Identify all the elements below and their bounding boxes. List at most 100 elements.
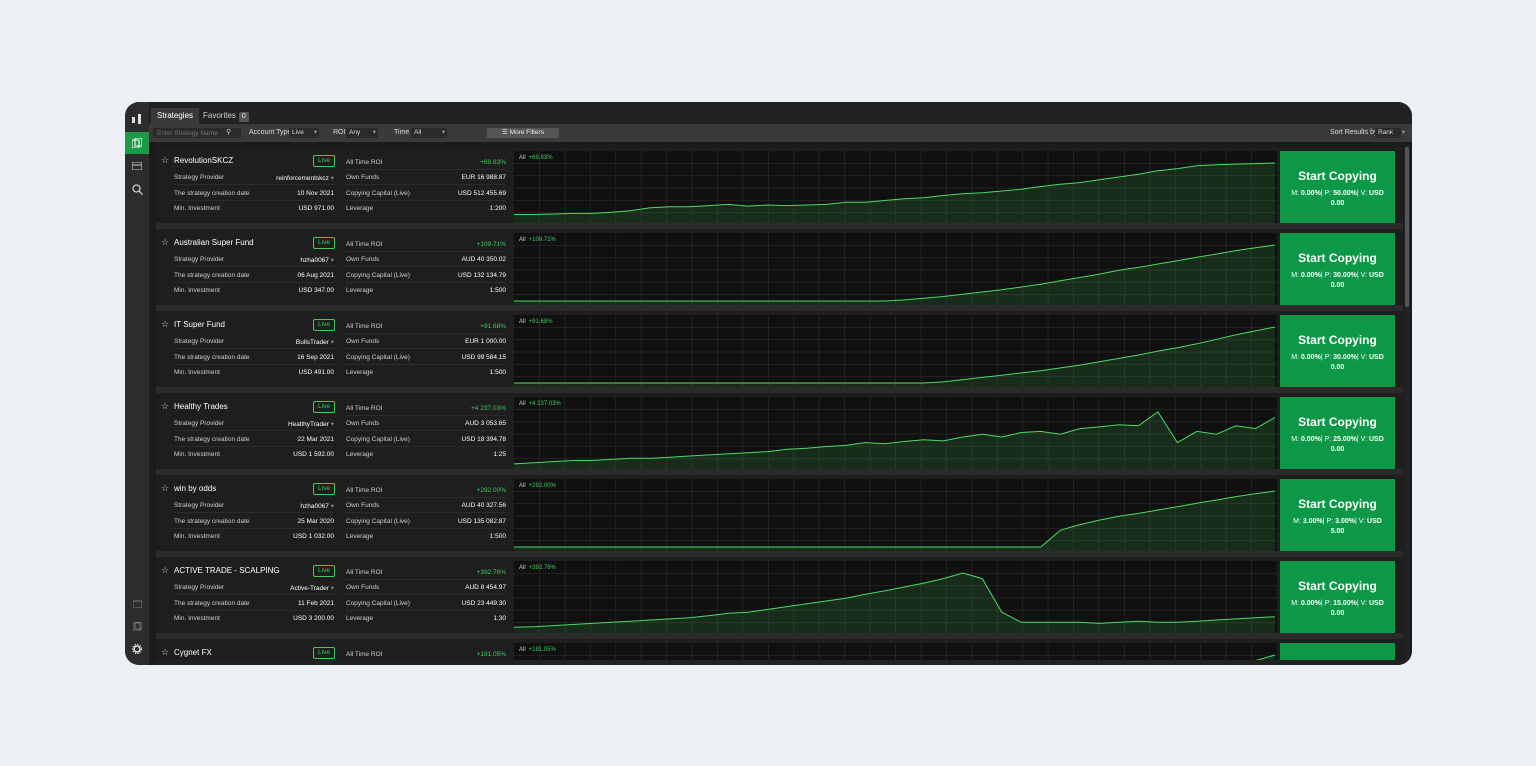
logo-icon[interactable] bbox=[125, 108, 149, 130]
provider-name: Active-Trader bbox=[290, 585, 329, 592]
strategy-row[interactable]: ☆ Healthy Trades Live Strategy Provider … bbox=[156, 393, 1403, 475]
provider-label: Strategy Provider bbox=[174, 174, 225, 181]
divider bbox=[174, 594, 334, 595]
desktop-background: Strategies Favorites0 ⚲ Account Type Liv… bbox=[0, 0, 1536, 766]
favorite-star-icon[interactable]: ☆ bbox=[161, 565, 169, 576]
strategy-row[interactable]: ☆ IT Super Fund Live Strategy Provider B… bbox=[156, 311, 1403, 393]
favorite-star-icon[interactable]: ☆ bbox=[161, 483, 169, 494]
performance-chart[interactable]: All +292.00% bbox=[514, 479, 1277, 553]
account-type-label: Account Type bbox=[249, 129, 292, 136]
account-type-select[interactable]: Live ▾ bbox=[289, 128, 319, 138]
start-copying-button[interactable]: Start Copying M: 0.00%| P: 30.00%| V: US… bbox=[1280, 315, 1395, 389]
performance-chart[interactable]: All +4 237.03% bbox=[514, 397, 1277, 471]
start-copying-button[interactable]: Start Copying M: 0.00%| P: 25.00%| V: US… bbox=[1280, 397, 1395, 471]
fee-p-label: P: bbox=[1324, 600, 1332, 607]
horizontal-scrollbar[interactable] bbox=[156, 660, 1406, 665]
divider bbox=[174, 446, 334, 447]
roi-select[interactable]: Any ▾ bbox=[346, 128, 378, 138]
fee-p-label: P: bbox=[1324, 436, 1332, 443]
strategy-name[interactable]: Healthy Trades bbox=[174, 402, 228, 411]
start-copying-label: Start Copying bbox=[1298, 415, 1377, 429]
divider bbox=[174, 200, 334, 201]
wallet-icon[interactable] bbox=[125, 155, 149, 177]
strategy-name[interactable]: win by odds bbox=[174, 484, 216, 493]
chevron-down-icon: ▾ bbox=[330, 257, 334, 264]
provider-value[interactable]: BullsTrader ▾ bbox=[296, 338, 334, 346]
start-copying-label: Start Copying bbox=[1298, 251, 1377, 265]
performance-chart[interactable]: All +392.76% bbox=[514, 561, 1277, 635]
start-copying-button[interactable]: Start Copying M: 0.00%| P: 30.00%| V: US… bbox=[1280, 233, 1395, 307]
strategy-name[interactable]: Cygnet FX bbox=[174, 648, 212, 657]
tab-strategies[interactable]: Strategies bbox=[151, 108, 200, 124]
chart-roi: +69.83% bbox=[528, 155, 553, 161]
created-label: The strategy creation date bbox=[174, 190, 250, 197]
chart-label: All +4 237.03% bbox=[519, 401, 561, 407]
strategy-row[interactable]: ☆ Australian Super Fund Live Strategy Pr… bbox=[156, 229, 1403, 311]
time-select[interactable]: All ▾ bbox=[411, 128, 447, 138]
strategy-name[interactable]: ACTIVE TRADE - SCALPING bbox=[174, 566, 280, 575]
min-investment-label: Min. Investment bbox=[174, 533, 220, 540]
roi-value: +69.83% bbox=[480, 159, 506, 166]
tab-favorites[interactable]: Favorites 0 bbox=[197, 108, 255, 124]
provider-value[interactable]: reinforcementskcz ▾ bbox=[276, 174, 334, 182]
provider-value[interactable]: HealthyTrader ▾ bbox=[288, 420, 334, 428]
performance-chart-svg bbox=[514, 151, 1277, 225]
leverage-value: 1:500 bbox=[489, 287, 506, 294]
search-zoom-icon[interactable] bbox=[125, 178, 149, 200]
strategy-name[interactable]: Australian Super Fund bbox=[174, 238, 254, 247]
chart-label: All +109.71% bbox=[519, 237, 556, 243]
provider-value[interactable]: hzha0067 ▾ bbox=[300, 502, 334, 510]
copying-capital-label: Copying Capital (Live) bbox=[346, 436, 410, 443]
fee-v-label: V: bbox=[1360, 436, 1368, 443]
more-filters-label: More Filters bbox=[509, 129, 544, 136]
gear-icon[interactable] bbox=[125, 638, 149, 660]
chart-label: All +69.83% bbox=[519, 155, 553, 161]
strategy-row[interactable]: ☆ ACTIVE TRADE - SCALPING Live Strategy … bbox=[156, 557, 1403, 639]
provider-label: Strategy Provider bbox=[174, 338, 225, 345]
start-copying-button[interactable]: Start Copying M: 3.00%| P: 3.00%| V: USD… bbox=[1280, 479, 1395, 553]
divider bbox=[346, 333, 506, 334]
chevron-down-icon: ▾ bbox=[330, 339, 334, 346]
min-investment-value: USD 1 032.00 bbox=[293, 533, 334, 540]
provider-label: Strategy Provider bbox=[174, 502, 225, 509]
divider bbox=[174, 528, 334, 529]
chart-period: All bbox=[519, 237, 526, 243]
divider bbox=[174, 184, 334, 185]
favorite-star-icon[interactable]: ☆ bbox=[161, 319, 169, 330]
favorite-star-icon[interactable]: ☆ bbox=[161, 237, 169, 248]
favorite-star-icon[interactable]: ☆ bbox=[161, 647, 169, 658]
fee-m-value: 0.00% bbox=[1300, 272, 1321, 279]
min-investment-value: USD 3 200.00 bbox=[293, 615, 334, 622]
live-badge: Live bbox=[313, 155, 335, 167]
fee-m-label: M: bbox=[1291, 600, 1299, 607]
fee-summary: M: 0.00%| P: 25.00%| V: USD 0.00 bbox=[1291, 436, 1384, 453]
scrollbar-thumb[interactable] bbox=[1405, 147, 1409, 307]
leverage-label: Leverage bbox=[346, 287, 374, 294]
live-badge: Live bbox=[313, 647, 335, 659]
divider bbox=[346, 348, 506, 349]
favorite-star-icon[interactable]: ☆ bbox=[161, 155, 169, 166]
provider-value[interactable]: hzha0067 ▾ bbox=[300, 256, 334, 264]
start-copying-button[interactable]: Start Copying M: 0.00%| P: 15.00%| V: US… bbox=[1280, 561, 1395, 635]
favorite-star-icon[interactable]: ☆ bbox=[161, 401, 169, 412]
performance-chart[interactable]: All +109.71% bbox=[514, 233, 1277, 307]
provider-value[interactable]: Active-Trader ▾ bbox=[290, 584, 334, 592]
copying-capital-value: USD 99 584.15 bbox=[461, 354, 506, 361]
performance-chart[interactable]: All +69.83% bbox=[514, 151, 1277, 225]
strategy-row[interactable]: ☆ RevolutionSKCZ Live Strategy Provider … bbox=[156, 147, 1403, 229]
search-icon[interactable]: ⚲ bbox=[226, 128, 231, 138]
chart-roi: +292.00% bbox=[528, 483, 556, 489]
strategy-list[interactable]: ☆ RevolutionSKCZ Live Strategy Provider … bbox=[156, 145, 1403, 665]
start-copying-button[interactable]: Start Copying M: 0.00%| P: 50.00%| V: US… bbox=[1280, 151, 1395, 225]
strategy-name[interactable]: IT Super Fund bbox=[174, 320, 225, 329]
min-investment-label: Min. Investment bbox=[174, 615, 220, 622]
more-filters-button[interactable]: ☰ More Filters bbox=[487, 128, 559, 138]
sort-select[interactable]: Rank ▾ bbox=[1375, 128, 1405, 138]
copy-strategies-icon[interactable] bbox=[125, 132, 149, 154]
performance-chart[interactable]: All +91.68% bbox=[514, 315, 1277, 389]
fee-v-label: V: bbox=[1358, 518, 1366, 525]
calendar-icon[interactable] bbox=[125, 593, 149, 615]
strategy-row[interactable]: ☆ win by odds Live Strategy Provider hzh… bbox=[156, 475, 1403, 557]
strategy-name[interactable]: RevolutionSKCZ bbox=[174, 156, 233, 165]
document-icon[interactable] bbox=[125, 615, 149, 637]
